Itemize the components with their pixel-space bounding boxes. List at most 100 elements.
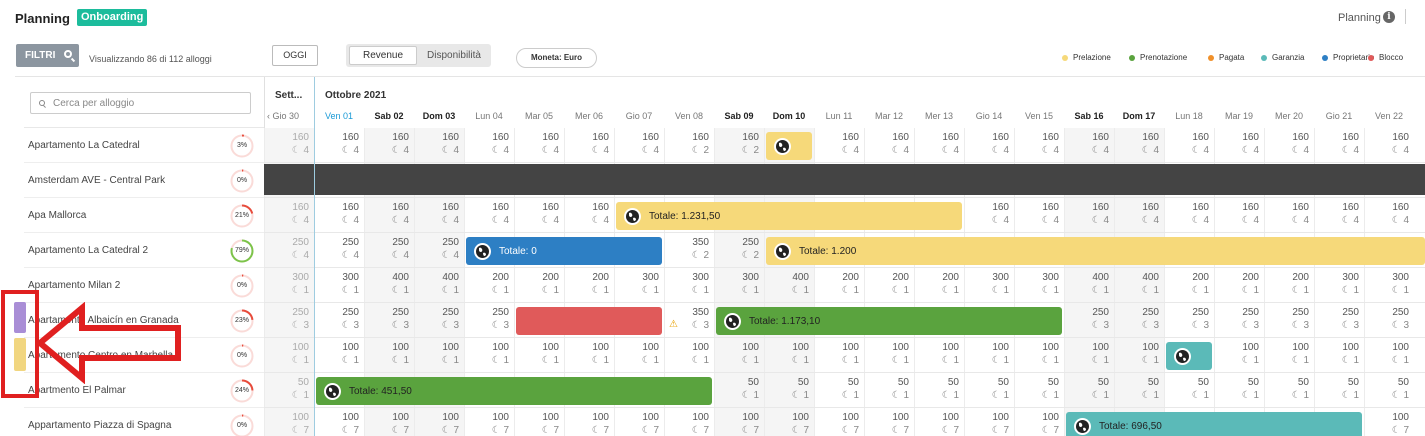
rate-cell[interactable]: 100 ☾ 7 <box>764 408 814 436</box>
rate-cell[interactable]: 50 ☾ 1 <box>1214 373 1264 408</box>
booking-prelazione[interactable]: Totale: 1.200 <box>766 237 1425 265</box>
rate-cell[interactable]: 50 ☾ 1 <box>1164 373 1214 408</box>
day-header[interactable]: Gio 14 <box>964 111 1014 121</box>
rate-cell[interactable]: 100 ☾ 1 <box>1314 338 1364 373</box>
rate-cell[interactable]: 250 ☾ 4 <box>364 233 414 268</box>
rate-cell[interactable]: 100 ☾ 7 <box>1014 408 1064 436</box>
booking-prenotazione[interactable]: Totale: 1.173,10 <box>716 307 1062 335</box>
rate-cell[interactable]: 100 ☾ 7 <box>314 408 364 436</box>
day-header[interactable]: Ven 01 <box>314 111 364 121</box>
rate-cell[interactable]: 100 ☾ 7 <box>414 408 464 436</box>
rate-cell[interactable]: 250 ☾ 4 <box>414 233 464 268</box>
rate-cell[interactable]: 100 ☾ 7 <box>664 408 714 436</box>
rate-cell[interactable]: 300 ☾ 1 <box>964 268 1014 303</box>
rate-cell[interactable]: 160 ☾ 4 <box>1264 198 1314 233</box>
rate-cell[interactable]: 200 ☾ 1 <box>1164 268 1214 303</box>
rate-cell[interactable]: 50 ☾ 1 <box>814 373 864 408</box>
rate-cell[interactable]: 160 ☾ 4 <box>564 128 614 163</box>
booking-prelazione[interactable]: Totale: 1.231,50 <box>616 202 962 230</box>
rate-cell[interactable]: 300 ☾ 1 <box>314 268 364 303</box>
day-header[interactable]: Ven 15 <box>1014 111 1064 121</box>
rate-cell[interactable]: 100 ☾ 1 <box>1064 338 1114 373</box>
booking-garanzia[interactable]: Totale: 696,50 <box>1066 412 1362 436</box>
rate-cell[interactable]: 160 ☾ 4 <box>914 128 964 163</box>
rate-cell[interactable]: 160 ☾ 4 <box>514 198 564 233</box>
rate-cell[interactable]: 100 ☾ 1 <box>814 338 864 373</box>
rate-cell[interactable]: 250 ☾ 4 <box>264 233 314 268</box>
day-header[interactable]: Mar 12 <box>864 111 914 121</box>
rate-cell[interactable]: 160 ☾ 4 <box>1014 198 1064 233</box>
rate-cell[interactable]: 100 ☾ 7 <box>564 408 614 436</box>
rate-cell[interactable]: 160 ☾ 4 <box>1214 128 1264 163</box>
rate-cell[interactable]: 250 ☾ 3 <box>1164 303 1214 338</box>
property-row[interactable]: Apartamento La Catedral 2 79% <box>24 233 264 268</box>
rate-cell[interactable]: 160 ☾ 4 <box>414 198 464 233</box>
rate-cell[interactable]: 50 ☾ 1 <box>964 373 1014 408</box>
rate-cell[interactable]: 160 ☾ 4 <box>1064 128 1114 163</box>
rate-cell[interactable]: 100 ☾ 7 <box>914 408 964 436</box>
rate-cell[interactable]: 160 ☾ 4 <box>314 128 364 163</box>
rate-cell[interactable]: 100 ☾ 1 <box>514 338 564 373</box>
booking-prenotazione[interactable]: Totale: 451,50 <box>316 377 712 405</box>
rate-cell[interactable]: 100 ☾ 1 <box>314 338 364 373</box>
rate-cell[interactable]: 350 ☾ 2 <box>664 233 714 268</box>
property-row[interactable]: Amsterdam AVE - Central Park 0% <box>24 163 264 198</box>
rate-cell[interactable]: 200 ☾ 1 <box>1264 268 1314 303</box>
property-name[interactable]: Apartamento La Catedral <box>28 128 140 163</box>
day-header[interactable]: Ven 08 <box>664 111 714 121</box>
day-header[interactable]: Ven 22 <box>1364 111 1414 121</box>
rate-cell[interactable]: 100 ☾ 7 <box>964 408 1014 436</box>
rate-cell[interactable]: 250 ☾ 3 <box>364 303 414 338</box>
rate-cell[interactable]: 100 ☾ 1 <box>614 338 664 373</box>
rate-cell[interactable]: 200 ☾ 1 <box>464 268 514 303</box>
rate-cell[interactable]: 160 ☾ 4 <box>1314 198 1364 233</box>
rate-cell[interactable]: 300 ☾ 1 <box>614 268 664 303</box>
day-header[interactable]: Mer 13 <box>914 111 964 121</box>
rate-cell[interactable]: 160 ☾ 4 <box>864 128 914 163</box>
rate-cell[interactable]: 100 ☾ 1 <box>664 338 714 373</box>
rate-cell[interactable]: 100 ☾ 1 <box>264 338 314 373</box>
day-header[interactable]: Lun 04 <box>464 111 514 121</box>
rate-cell[interactable]: 50 ☾ 1 <box>1114 373 1164 408</box>
rate-cell[interactable]: 100 ☾ 1 <box>414 338 464 373</box>
rate-cell[interactable]: 160 ☾ 4 <box>1064 198 1114 233</box>
blocked-row-bar[interactable] <box>264 164 1425 195</box>
day-header[interactable]: Gio 21 <box>1314 111 1364 121</box>
rate-cell[interactable]: 250 ☾ 4 <box>314 233 364 268</box>
rate-cell[interactable]: 100 ☾ 7 <box>614 408 664 436</box>
rate-cell[interactable]: 100 ☾ 1 <box>914 338 964 373</box>
rate-cell[interactable]: 160 ☾ 4 <box>614 128 664 163</box>
day-header[interactable]: Sab 16 <box>1064 111 1114 121</box>
rate-cell[interactable]: 160 ☾ 4 <box>814 128 864 163</box>
rate-cell[interactable]: 160 ☾ 2 <box>664 128 714 163</box>
rate-cell[interactable]: 200 ☾ 1 <box>514 268 564 303</box>
rate-cell[interactable]: 100 ☾ 1 <box>564 338 614 373</box>
rate-cell[interactable]: 250 ☾ 3 <box>1264 303 1314 338</box>
property-row[interactable]: Apartamento La Catedral 3% <box>24 128 264 163</box>
rate-cell[interactable]: 400 ☾ 1 <box>1114 268 1164 303</box>
rate-cell[interactable]: 100 ☾ 7 <box>864 408 914 436</box>
rate-cell[interactable]: 200 ☾ 1 <box>864 268 914 303</box>
day-header[interactable]: Dom 10 <box>764 111 814 121</box>
day-header[interactable]: Mer 06 <box>564 111 614 121</box>
rate-cell[interactable]: 200 ☾ 1 <box>564 268 614 303</box>
rate-cell[interactable]: 160 ☾ 2 <box>714 128 764 163</box>
property-row[interactable]: Apartamento Milan 2 0% <box>24 268 264 303</box>
rate-cell[interactable]: 250 ☾ 3 <box>414 303 464 338</box>
rate-cell[interactable]: 200 ☾ 1 <box>1214 268 1264 303</box>
rate-cell[interactable]: 160 ☾ 4 <box>1114 198 1164 233</box>
rate-cell[interactable]: 160 ☾ 4 <box>964 128 1014 163</box>
rate-cell[interactable]: 100 ☾ 1 <box>1264 338 1314 373</box>
warning-icon[interactable]: ⚠ <box>669 319 678 330</box>
rate-cell[interactable]: 50 ☾ 1 <box>1014 373 1064 408</box>
prev-day-button[interactable]: ‹ Gio 30 <box>267 111 299 121</box>
day-header[interactable]: Sab 09 <box>714 111 764 121</box>
rate-cell[interactable]: 160 ☾ 4 <box>1364 198 1414 233</box>
rate-cell[interactable]: 300 ☾ 1 <box>1014 268 1064 303</box>
tab-revenue[interactable]: Revenue <box>349 46 417 65</box>
rate-cell[interactable]: 50 ☾ 1 <box>864 373 914 408</box>
rate-cell[interactable]: 160 ☾ 4 <box>264 198 314 233</box>
property-search-input[interactable] <box>53 96 243 110</box>
booking-prelazione[interactable] <box>766 132 812 160</box>
rate-cell[interactable]: 160 ☾ 4 <box>364 198 414 233</box>
